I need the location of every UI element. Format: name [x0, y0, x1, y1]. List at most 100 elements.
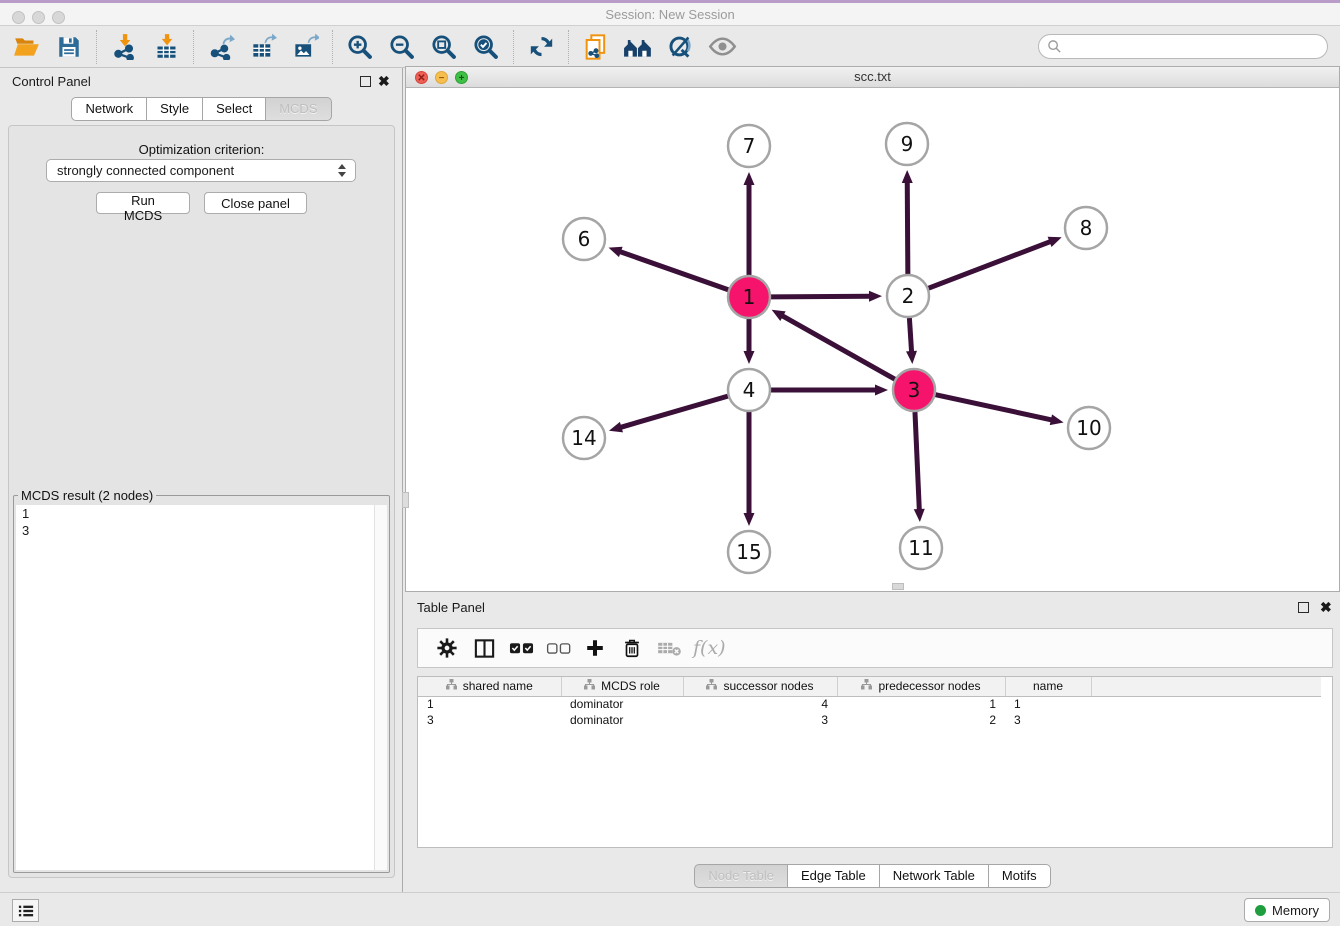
add-column-icon[interactable]: [580, 633, 610, 663]
result-scrollbar[interactable]: [374, 505, 387, 870]
table-row[interactable]: 3dominator323: [418, 712, 1321, 728]
table-cell[interactable]: 3: [418, 712, 561, 728]
table-cell[interactable]: 1: [837, 696, 1005, 712]
mcds-result-line: 3: [16, 522, 387, 539]
table-cell[interactable]: dominator: [561, 696, 683, 712]
tab-network-table[interactable]: Network Table: [879, 864, 989, 888]
window-close-button[interactable]: [12, 11, 25, 24]
network-maximize-icon[interactable]: +: [455, 71, 468, 84]
window-zoom-button[interactable]: [52, 11, 65, 24]
column-header-name[interactable]: name: [1005, 677, 1091, 696]
network-canvas[interactable]: 7968124314101511: [405, 88, 1340, 592]
memory-button[interactable]: Memory: [1244, 898, 1330, 922]
search-input[interactable]: [1062, 37, 1327, 57]
column-label: MCDS role: [601, 679, 660, 693]
close-panel-icon[interactable]: ✖: [378, 73, 390, 89]
clone-network-icon[interactable]: [579, 30, 613, 64]
node-table-body: 1dominator4113dominator323: [418, 696, 1321, 728]
table-settings-gear-icon[interactable]: [432, 633, 462, 663]
edge-2-9[interactable]: [907, 181, 908, 274]
optimization-criterion-label: Optimization criterion:: [9, 142, 394, 157]
edge-3-11[interactable]: [915, 412, 919, 511]
sort-tree-icon: [446, 679, 457, 693]
window-minimize-button[interactable]: [32, 11, 45, 24]
zoom-out-icon[interactable]: [385, 30, 419, 64]
column-header-successor-nodes[interactable]: successor nodes: [683, 677, 837, 696]
tab-edge-table[interactable]: Edge Table: [787, 864, 880, 888]
node-table-header: shared name MCDS role successor nodes prede…: [418, 677, 1321, 696]
table-tabs: Node TableEdge TableNetwork TableMotifs: [405, 864, 1340, 888]
table-panel-header: Table Panel ✖: [405, 594, 1340, 622]
edge-arrowhead: [869, 291, 882, 302]
edge-2-8[interactable]: [929, 241, 1052, 288]
task-history-button[interactable]: [12, 899, 39, 922]
function-builder-icon[interactable]: f(x): [693, 637, 726, 659]
export-table-icon[interactable]: [246, 30, 280, 64]
column-header-mcds-role[interactable]: MCDS role: [561, 677, 683, 696]
optimization-criterion-select[interactable]: strongly connected component: [46, 159, 356, 182]
graph-node-label: 11: [908, 536, 933, 560]
tab-motifs[interactable]: Motifs: [988, 864, 1051, 888]
network-minimize-icon[interactable]: −: [435, 71, 448, 84]
graph-node-label: 7: [743, 134, 756, 158]
table-cell[interactable]: 1: [418, 696, 561, 712]
tab-style[interactable]: Style: [146, 97, 203, 121]
table-cell[interactable]: 3: [683, 712, 837, 728]
edge-3-1[interactable]: [781, 315, 895, 379]
float-table-panel-icon[interactable]: [1298, 602, 1309, 613]
export-network-icon[interactable]: [204, 30, 238, 64]
edge-arrowhead: [744, 513, 755, 526]
search-field[interactable]: [1038, 34, 1328, 59]
save-session-icon[interactable]: [52, 30, 86, 64]
panel-splitter-handle[interactable]: [402, 492, 409, 508]
import-network-icon[interactable]: [107, 30, 141, 64]
hide-selected-icon[interactable]: [663, 30, 697, 64]
tab-node-table[interactable]: Node Table: [694, 864, 788, 888]
edge-2-3[interactable]: [909, 318, 911, 353]
import-table-icon[interactable]: [149, 30, 183, 64]
column-label: shared name: [463, 679, 533, 693]
app-titlebar: Session: New Session: [0, 0, 1340, 26]
column-header-shared-name[interactable]: shared name: [418, 677, 561, 696]
canvas-scrollbar-thumb[interactable]: [892, 583, 904, 590]
zoom-fit-icon[interactable]: [427, 30, 461, 64]
tab-mcds[interactable]: MCDS: [265, 97, 331, 121]
split-panel-icon[interactable]: [469, 633, 499, 663]
tab-select[interactable]: Select: [202, 97, 266, 121]
delete-columns-icon[interactable]: [617, 633, 647, 663]
table-row[interactable]: 1dominator411: [418, 696, 1321, 712]
column-header-predecessor-nodes[interactable]: predecessor nodes: [837, 677, 1005, 696]
edge-1-2[interactable]: [771, 296, 871, 297]
table-cell[interactable]: 4: [683, 696, 837, 712]
network-window-titlebar[interactable]: ✕ − + scc.txt: [405, 66, 1340, 88]
zoom-selected-icon[interactable]: [469, 30, 503, 64]
table-cell[interactable]: 1: [1005, 696, 1091, 712]
refresh-view-icon[interactable]: [524, 30, 558, 64]
unselect-all-columns-icon[interactable]: [543, 633, 573, 663]
mcds-result-list[interactable]: 13: [16, 505, 387, 870]
tab-network[interactable]: Network: [71, 97, 147, 121]
float-panel-icon[interactable]: [360, 76, 371, 87]
network-graph: 7968124314101511: [406, 88, 1339, 590]
zoom-in-icon[interactable]: [343, 30, 377, 64]
table-cell-filler: [1091, 712, 1321, 728]
edge-1-6[interactable]: [619, 251, 728, 289]
open-session-icon[interactable]: [10, 30, 44, 64]
optimization-criterion-value: strongly connected component: [57, 163, 234, 178]
table-cell[interactable]: 2: [837, 712, 1005, 728]
delete-table-icon[interactable]: [654, 633, 684, 663]
edge-4-14[interactable]: [620, 396, 728, 428]
run-mcds-button[interactable]: Run MCDS: [96, 192, 190, 214]
close-table-panel-icon[interactable]: ✖: [1320, 599, 1332, 615]
table-cell[interactable]: 3: [1005, 712, 1091, 728]
table-cell[interactable]: dominator: [561, 712, 683, 728]
column-label: successor nodes: [723, 679, 813, 693]
edge-arrowhead: [1050, 414, 1064, 425]
select-all-columns-icon[interactable]: [506, 633, 536, 663]
close-panel-button[interactable]: Close panel: [204, 192, 307, 214]
show-hidden-icon[interactable]: [705, 30, 739, 64]
export-image-icon[interactable]: [288, 30, 322, 64]
edge-3-10[interactable]: [935, 395, 1052, 420]
first-neighbors-icon[interactable]: [621, 30, 655, 64]
network-close-icon[interactable]: ✕: [415, 71, 428, 84]
